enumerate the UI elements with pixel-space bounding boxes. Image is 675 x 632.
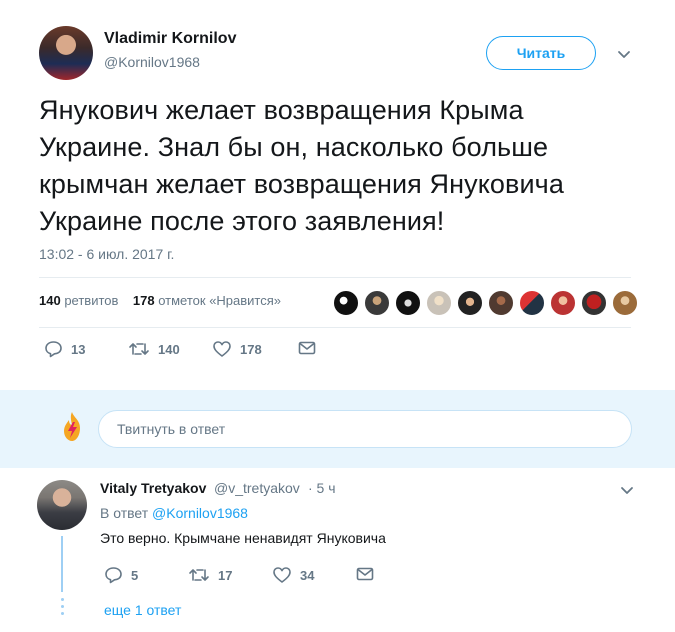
author-avatar[interactable] — [39, 26, 93, 80]
reply-icon — [45, 341, 62, 358]
engagement-stats: 140 ретвитов 178 отметок «Нравится» — [39, 293, 281, 308]
retweet-icon — [129, 343, 149, 355]
retweets-stat[interactable]: 140 ретвитов — [39, 293, 118, 308]
tweet-timestamp[interactable]: 13:02 - 6 июл. 2017 г. — [39, 246, 174, 262]
likes-stat[interactable]: 178 отметок «Нравится» — [133, 293, 281, 308]
reply-text: Это верно. Крымчане ненавидят Януковича — [100, 530, 386, 546]
in-reply-handle-link[interactable]: @Kornilov1968 — [152, 505, 248, 521]
liker-avatar[interactable] — [395, 290, 421, 316]
more-replies-link[interactable]: еще 1 ответ — [104, 602, 181, 618]
liker-avatar[interactable] — [612, 290, 638, 316]
liker-avatar[interactable] — [519, 290, 545, 316]
reply-time[interactable]: · 5 ч — [308, 480, 336, 496]
dm-icon — [298, 341, 316, 355]
like-action[interactable]: 34 — [272, 566, 314, 584]
retweet-action[interactable]: 17 — [188, 566, 232, 584]
chevron-down-icon[interactable] — [620, 486, 634, 496]
tweet-text: Янукович желает возвращения Крыма Украин… — [39, 95, 564, 236]
retweet-icon — [189, 569, 209, 581]
retweet-count: 140 — [158, 341, 180, 357]
liker-avatar[interactable] — [457, 290, 483, 316]
reply-author-name[interactable]: Vitaly Tretyakov — [100, 480, 206, 496]
like-action[interactable]: 178 — [212, 340, 262, 358]
likes-label: отметок «Нравится» — [158, 293, 282, 308]
follow-button[interactable]: Читать — [486, 36, 596, 70]
liker-avatar[interactable] — [364, 290, 390, 316]
like-count: 178 — [240, 341, 262, 357]
retweets-label: ретвитов — [64, 293, 119, 308]
author-handle[interactable]: @Kornilov1968 — [104, 54, 200, 70]
liker-avatar[interactable] — [426, 290, 452, 316]
reply-author-avatar[interactable] — [37, 480, 87, 530]
main-tweet: Vladimir Kornilov @Kornilov1968 Читать Я… — [0, 0, 675, 390]
reply-icon — [105, 567, 122, 584]
reply-count: 13 — [71, 341, 86, 357]
likes-count: 178 — [132, 293, 155, 308]
in-reply-to: В ответ @Kornilov1968 — [100, 505, 248, 521]
liker-avatar[interactable] — [488, 290, 514, 316]
reply-count: 5 — [131, 567, 139, 583]
liker-avatar[interactable] — [333, 290, 359, 316]
dm-action[interactable] — [356, 566, 374, 582]
retweet-action[interactable]: 140 — [128, 340, 180, 358]
divider — [39, 327, 631, 328]
dm-action[interactable] — [298, 340, 316, 356]
thread-dots — [60, 598, 64, 624]
liker-avatar[interactable] — [581, 290, 607, 316]
reply-author-handle[interactable]: @v_tretyakov — [214, 480, 300, 496]
dm-icon — [356, 567, 374, 581]
in-reply-prefix: В ответ — [100, 505, 149, 521]
liker-avatar[interactable] — [550, 290, 576, 316]
like-count: 34 — [300, 567, 315, 583]
reply-input[interactable]: Твитнуть в ответ — [98, 410, 632, 448]
retweet-count: 17 — [218, 567, 233, 583]
reply-action[interactable]: 13 — [44, 340, 85, 358]
compose-flame-icon — [64, 412, 80, 441]
like-icon — [273, 567, 291, 583]
divider — [39, 277, 631, 278]
like-icon — [213, 341, 231, 357]
thread-line — [61, 536, 63, 592]
author-name[interactable]: Vladimir Kornilov — [104, 30, 236, 48]
chevron-down-icon[interactable] — [617, 50, 631, 60]
retweets-count: 140 — [39, 293, 61, 308]
reply-action[interactable]: 5 — [104, 566, 138, 584]
